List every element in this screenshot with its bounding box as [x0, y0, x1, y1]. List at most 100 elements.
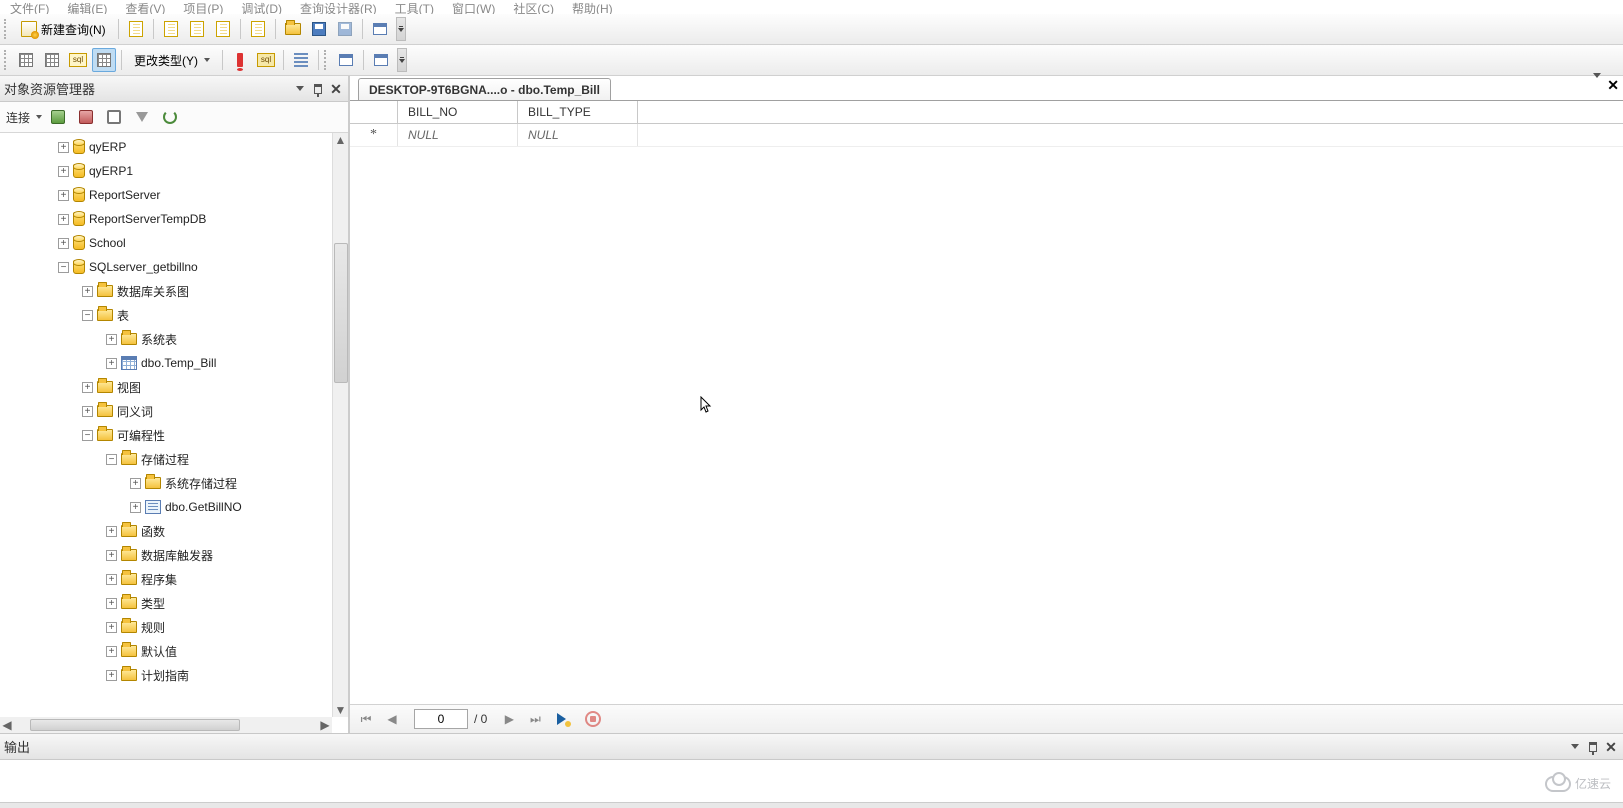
nav-prev-button[interactable]: ◀ [382, 709, 402, 729]
expand-icon[interactable] [106, 598, 117, 609]
scroll-up-icon[interactable]: ▲ [334, 133, 348, 147]
disconnect-button[interactable] [74, 105, 98, 129]
sql-pane-button[interactable]: sql [66, 48, 90, 72]
results-grid[interactable]: BILL_NO BILL_TYPE *NULLNULL ⏮ ◀ / 0 ▶ ⏭ [350, 100, 1623, 733]
toolbar-button[interactable] [159, 17, 183, 41]
expand-icon[interactable] [58, 214, 69, 225]
tree-node[interactable]: 可编程性 [0, 423, 332, 447]
expand-icon[interactable] [106, 574, 117, 585]
column-header[interactable]: BILL_NO [398, 101, 518, 123]
tree-node[interactable]: 计划指南 [0, 663, 332, 687]
expand-icon[interactable] [58, 142, 69, 153]
toolbar-overflow-button[interactable] [397, 48, 407, 72]
expand-icon[interactable] [58, 190, 69, 201]
vertical-scrollbar[interactable]: ▲ ▼ [332, 133, 348, 717]
refresh-button[interactable] [158, 105, 182, 129]
tree-node[interactable]: 系统表 [0, 327, 332, 351]
tree-node[interactable]: ReportServerTempDB [0, 207, 332, 231]
nav-cancel-button[interactable] [583, 709, 603, 729]
tree-node[interactable]: dbo.GetBillNO [0, 495, 332, 519]
expand-icon[interactable] [106, 550, 117, 561]
nav-last-button[interactable]: ⏭ [525, 709, 545, 729]
tree-node[interactable]: 同义词 [0, 399, 332, 423]
horizontal-scrollbar[interactable]: ◀ ▶ [0, 717, 332, 733]
save-button[interactable] [307, 17, 331, 41]
results-pane-button[interactable] [92, 48, 116, 72]
open-folder-button[interactable] [281, 17, 305, 41]
tree-node[interactable]: 系统存储过程 [0, 471, 332, 495]
sort-button[interactable] [289, 48, 313, 72]
menu-item[interactable]: 查看(V) [125, 0, 165, 14]
toolbar-button[interactable] [246, 17, 270, 41]
menu-item[interactable]: 社区(C) [513, 0, 554, 14]
collapse-icon[interactable] [58, 262, 69, 273]
document-tab[interactable]: DESKTOP-9T6BGNA....o - dbo.Temp_Bill [358, 78, 611, 100]
connect-label[interactable]: 连接 [6, 109, 30, 126]
verify-sql-button[interactable]: sql [254, 48, 278, 72]
connect-button[interactable] [46, 105, 70, 129]
nav-first-button[interactable]: ⏮ [356, 709, 376, 729]
toolbar-button[interactable] [211, 17, 235, 41]
scrollbar-thumb[interactable] [334, 243, 348, 383]
menu-item[interactable]: 查询设计器(R) [300, 0, 377, 14]
expand-icon[interactable] [106, 526, 117, 537]
scroll-left-icon[interactable]: ◀ [0, 718, 14, 732]
tree-node[interactable]: 规则 [0, 615, 332, 639]
tree-node[interactable]: 存储过程 [0, 447, 332, 471]
panel-dropdown-button[interactable] [292, 81, 308, 97]
menu-item[interactable]: 调试(D) [241, 0, 282, 14]
toolbar-button[interactable] [368, 17, 392, 41]
nav-current-input[interactable] [414, 709, 468, 729]
tab-dropdown-button[interactable] [1593, 78, 1601, 93]
panel-pin-button[interactable] [310, 81, 326, 97]
collapse-icon[interactable] [82, 310, 93, 321]
tree-node[interactable]: 类型 [0, 591, 332, 615]
toolbar-button[interactable] [124, 17, 148, 41]
tree-node[interactable]: 函数 [0, 519, 332, 543]
execute-button[interactable] [228, 48, 252, 72]
scrollbar-thumb[interactable] [30, 719, 240, 731]
menu-item[interactable]: 编辑(E) [67, 0, 107, 14]
collapse-icon[interactable] [106, 454, 117, 465]
stop-button[interactable] [102, 105, 126, 129]
expand-icon[interactable] [130, 502, 141, 513]
expand-icon[interactable] [130, 478, 141, 489]
tree-node[interactable]: 默认值 [0, 639, 332, 663]
tree-node[interactable]: SQLserver_getbillno [0, 255, 332, 279]
tab-close-button[interactable]: ✕ [1607, 78, 1619, 93]
scroll-down-icon[interactable]: ▼ [334, 703, 348, 717]
expand-icon[interactable] [106, 622, 117, 633]
tree-node[interactable]: 视图 [0, 375, 332, 399]
new-query-button[interactable]: 新建查询(N) [14, 17, 113, 41]
expand-icon[interactable] [106, 670, 117, 681]
panel-close-button[interactable]: ✕ [1603, 739, 1619, 755]
expand-icon[interactable] [58, 166, 69, 177]
tree-node[interactable]: qyERP [0, 135, 332, 159]
panel-dropdown-button[interactable] [1567, 739, 1583, 755]
column-header[interactable]: BILL_TYPE [518, 101, 638, 123]
expand-icon[interactable] [58, 238, 69, 249]
panel-pin-button[interactable] [1585, 739, 1601, 755]
toolbar-overflow-button[interactable] [396, 17, 406, 41]
toolbar-button[interactable] [185, 17, 209, 41]
table-row[interactable]: *NULLNULL [350, 124, 1623, 147]
tree-node[interactable]: 表 [0, 303, 332, 327]
tree-node[interactable]: 数据库关系图 [0, 279, 332, 303]
scroll-right-icon[interactable]: ▶ [318, 718, 332, 732]
menu-item[interactable]: 窗口(W) [452, 0, 495, 14]
expand-icon[interactable] [82, 406, 93, 417]
table-cell[interactable]: NULL [518, 124, 638, 146]
tree-node[interactable]: qyERP1 [0, 159, 332, 183]
expand-icon[interactable] [106, 358, 117, 369]
tree-node[interactable]: ReportServer [0, 183, 332, 207]
menu-item[interactable]: 帮助(H) [572, 0, 613, 14]
menu-item[interactable]: 文件(F) [10, 0, 49, 14]
menu-item[interactable]: 项目(P) [183, 0, 223, 14]
table-cell[interactable]: NULL [398, 124, 518, 146]
tree-node[interactable]: 数据库触发器 [0, 543, 332, 567]
filter-button[interactable] [130, 105, 154, 129]
panel-close-button[interactable]: ✕ [328, 81, 344, 97]
save-all-button[interactable] [333, 17, 357, 41]
expand-icon[interactable] [106, 334, 117, 345]
change-type-button[interactable]: 更改类型(Y) [127, 48, 217, 72]
